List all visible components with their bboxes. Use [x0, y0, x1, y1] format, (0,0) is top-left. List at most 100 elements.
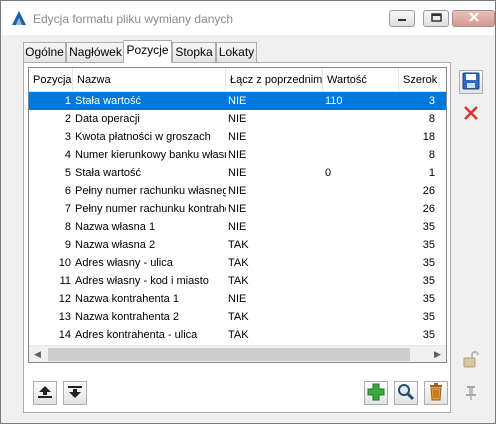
- positions-table[interactable]: Pozycja Nazwa Łącz z poprzednim Wartość …: [28, 67, 447, 363]
- table-row[interactable]: 7 Pełny numer rachunku kontrahentaNIE 26: [29, 200, 446, 218]
- tab-pozycje[interactable]: Pozycje: [123, 40, 172, 63]
- cell-pozycja: 2: [64, 113, 71, 125]
- add-icon: [367, 383, 385, 404]
- close-button[interactable]: [452, 10, 495, 27]
- cell-szerokosc: 35: [422, 293, 435, 305]
- column-header-szerokosc[interactable]: Szerok: [399, 68, 446, 92]
- lock-button[interactable]: [459, 348, 483, 372]
- cell-pozycja: 13: [58, 311, 71, 323]
- delete-button[interactable]: [424, 381, 448, 405]
- cell-pozycja: 3: [64, 131, 71, 143]
- cell-pozycja: 9: [64, 239, 71, 251]
- save-button[interactable]: [459, 70, 483, 94]
- cell-szerokosc: 35: [422, 275, 435, 287]
- cell-nazwa: Adres kontrahenta - ulica: [75, 329, 198, 341]
- tab-lokaty[interactable]: Lokaty: [216, 42, 257, 62]
- cell-szerokosc: 8: [428, 113, 435, 125]
- cell-wartosc: [323, 290, 399, 308]
- cell-szerokosc: 3: [428, 95, 435, 107]
- cell-szerokosc: 35: [422, 329, 435, 341]
- move-up-button[interactable]: [33, 381, 57, 405]
- add-button[interactable]: [364, 381, 388, 405]
- cell-lacz: NIE: [228, 293, 247, 305]
- cell-pozycja: 11: [59, 275, 71, 287]
- cell-nazwa: Pełny numer rachunku własnego: [75, 185, 226, 197]
- scroll-thumb[interactable]: [48, 348, 410, 361]
- cell-lacz: NIE: [228, 113, 247, 125]
- table-row[interactable]: 14 Adres kontrahenta - ulica TAK 35: [29, 326, 446, 344]
- table-row[interactable]: 1 Stała wartość NIE 110 3: [29, 92, 446, 110]
- cell-wartosc: [323, 182, 399, 200]
- column-header-wartosc[interactable]: Wartość: [323, 68, 399, 92]
- cell-lacz: NIE: [228, 95, 247, 107]
- table-row[interactable]: 6 Pełny numer rachunku własnego NIE 26: [29, 182, 446, 200]
- minimize-button[interactable]: [389, 10, 415, 27]
- cell-lacz: NIE: [228, 167, 247, 179]
- cell-nazwa: Nazwa kontrahenta 1: [75, 293, 179, 305]
- horizontal-scrollbar[interactable]: ◀ ▶: [29, 345, 446, 362]
- column-header-lacz[interactable]: Łącz z poprzednim: [226, 68, 323, 92]
- cell-nazwa: Stała wartość: [75, 167, 142, 179]
- cell-szerokosc: 35: [422, 221, 435, 233]
- search-button[interactable]: [394, 381, 418, 405]
- table-row[interactable]: 11 Adres własny - kod i miasto TAK 35: [29, 272, 446, 290]
- lock-icon: [462, 350, 480, 371]
- tab-ogolne[interactable]: Ogólne: [23, 42, 66, 62]
- cell-pozycja: 10: [58, 257, 71, 269]
- table-row[interactable]: 3 Kwota płatności w groszach NIE 18: [29, 128, 446, 146]
- cell-szerokosc: 35: [422, 239, 435, 251]
- cell-pozycja: 14: [58, 329, 71, 341]
- scroll-right-icon[interactable]: ▶: [429, 346, 446, 362]
- cell-lacz: NIE: [228, 203, 247, 215]
- table-row[interactable]: 9 Nazwa własna 2 TAK 35: [29, 236, 446, 254]
- cell-pozycja: 4: [64, 149, 71, 161]
- cell-lacz: NIE: [228, 131, 247, 143]
- cell-lacz: TAK: [228, 329, 249, 341]
- cell-wartosc: [323, 218, 399, 236]
- cell-wartosc: [323, 110, 399, 128]
- cell-wartosc: [323, 236, 399, 254]
- cell-lacz: NIE: [228, 185, 247, 197]
- maximize-button[interactable]: [423, 10, 449, 27]
- cell-nazwa: Adres własny - ulica: [75, 257, 173, 269]
- cell-pozycja: 12: [58, 293, 71, 305]
- table-row[interactable]: 8 Nazwa własna 1 NIE 35: [29, 218, 446, 236]
- cell-pozycja: 8: [64, 221, 71, 233]
- cell-lacz: TAK: [228, 257, 249, 269]
- move-up-icon: [37, 385, 53, 402]
- cell-szerokosc: 8: [428, 149, 435, 161]
- cell-lacz: TAK: [228, 311, 249, 323]
- tab-panel-pozycje: Pozycja Nazwa Łącz z poprzednim Wartość …: [23, 62, 451, 413]
- table-row[interactable]: 13 Nazwa kontrahenta 2 TAK 35: [29, 308, 446, 326]
- cell-nazwa: Nazwa własna 2: [75, 239, 156, 251]
- window-title: Edycja formatu pliku wymiany danych: [33, 12, 234, 26]
- cancel-button[interactable]: [459, 102, 483, 126]
- cell-szerokosc: 1: [428, 167, 435, 179]
- cell-nazwa: Adres własny - kod i miasto: [75, 275, 209, 287]
- delete-icon: [428, 382, 444, 404]
- cell-wartosc: [323, 254, 399, 272]
- table-row[interactable]: 4 Numer kierunkowy banku własnegoNIE 8: [29, 146, 446, 164]
- scroll-left-icon[interactable]: ◀: [29, 346, 46, 362]
- cell-szerokosc: 26: [422, 203, 435, 215]
- column-header-pozycja[interactable]: Pozycja: [29, 68, 73, 92]
- cell-wartosc: [323, 146, 399, 164]
- move-down-button[interactable]: [63, 381, 87, 405]
- cell-wartosc: [323, 272, 399, 290]
- cell-pozycja: 5: [64, 167, 71, 179]
- pin-button[interactable]: [459, 381, 483, 405]
- pin-icon: [464, 384, 478, 403]
- maximize-icon: [430, 12, 442, 25]
- column-header-nazwa[interactable]: Nazwa: [73, 68, 226, 92]
- cell-wartosc: 110: [325, 95, 343, 107]
- cell-pozycja: 7: [64, 203, 71, 215]
- table-row[interactable]: 5 Stała wartość NIE 0 1: [29, 164, 446, 182]
- cell-lacz: NIE: [228, 149, 247, 161]
- table-row[interactable]: 2 Data operacji NIE 8: [29, 110, 446, 128]
- table-row[interactable]: 12 Nazwa kontrahenta 1 NIE 35: [29, 290, 446, 308]
- table-row[interactable]: 10 Adres własny - ulica TAK 35: [29, 254, 446, 272]
- tab-stopka[interactable]: Stopka: [172, 42, 216, 62]
- tab-naglowek[interactable]: Nagłówek: [66, 42, 125, 62]
- cell-szerokosc: 35: [422, 311, 435, 323]
- cell-nazwa: Kwota płatności w groszach: [75, 131, 211, 143]
